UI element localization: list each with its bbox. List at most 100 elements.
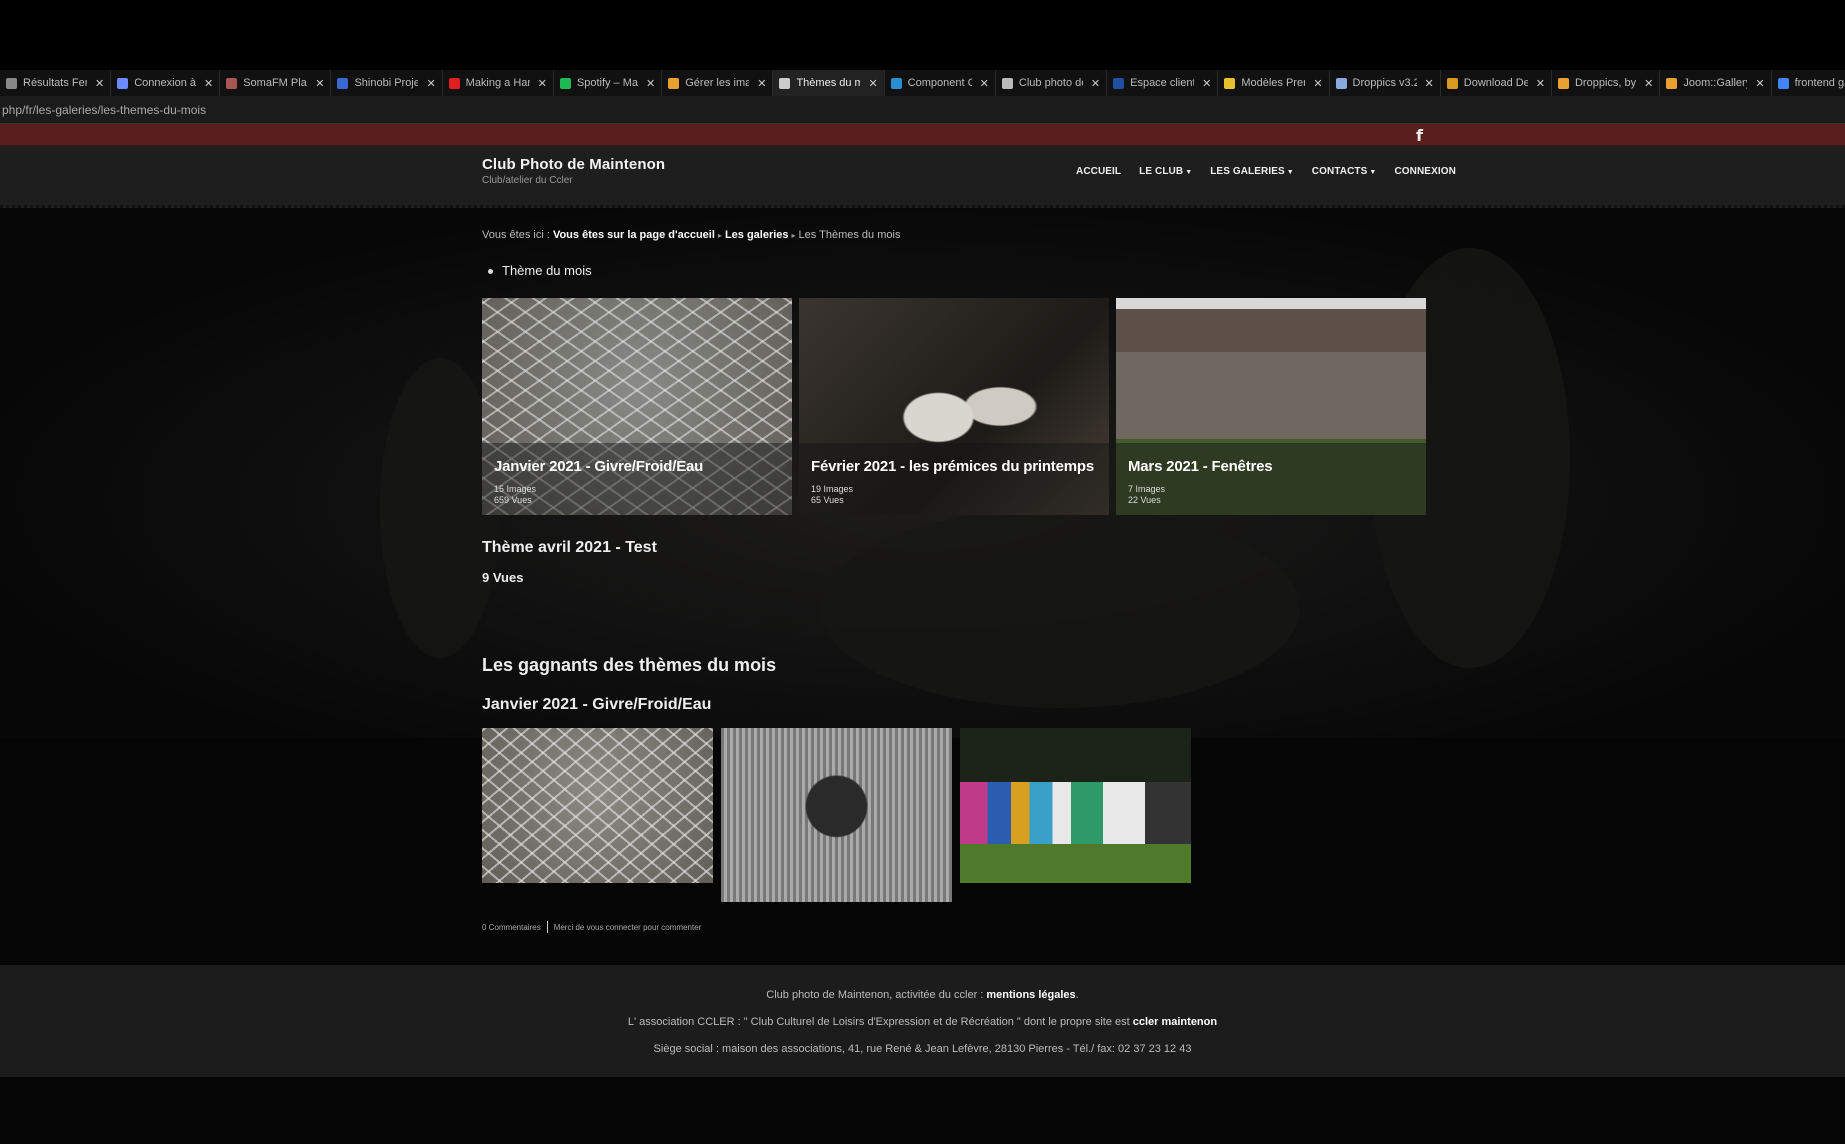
close-icon[interactable]: ✕ xyxy=(95,77,104,90)
tab-8[interactable]: Component C ✕ xyxy=(885,70,996,96)
tab-9[interactable]: Club photo de ✕ xyxy=(996,70,1108,96)
tab-2[interactable]: SomaFM Playe ✕ xyxy=(220,70,332,96)
tab-3[interactable]: Shinobi Proje ✕ xyxy=(331,70,443,96)
tab-7-active[interactable]: Thèmes du m ✕ xyxy=(773,70,885,96)
close-icon[interactable]: ✕ xyxy=(1202,77,1211,90)
card-overlay xyxy=(1116,443,1426,515)
tab-14[interactable]: Droppics, by ✕ xyxy=(1552,70,1661,96)
tab-label: Joom::Gallery xyxy=(1683,77,1748,89)
tab-favicon xyxy=(1335,77,1347,89)
close-icon[interactable]: ✕ xyxy=(1644,77,1653,90)
tab-label: SomaFM Playe xyxy=(243,77,307,89)
tab-favicon xyxy=(1001,77,1013,89)
screen-top xyxy=(0,0,1845,70)
close-icon[interactable]: ✕ xyxy=(1425,77,1434,90)
breadcrumb-prefix: Vous êtes ici : xyxy=(482,229,550,241)
card-title[interactable]: Février 2021 - les prémices du printemps xyxy=(811,458,1094,475)
gallery-card-janvier[interactable]: Janvier 2021 - Givre/Froid/Eau 15 Images… xyxy=(482,298,792,515)
close-icon[interactable]: ✕ xyxy=(646,77,655,90)
tab-1[interactable]: Connexion à ✕ xyxy=(111,70,221,96)
bullet-icon xyxy=(488,269,493,275)
tab-13[interactable]: Download De ✕ xyxy=(1441,70,1552,96)
close-icon[interactable]: ✕ xyxy=(538,77,547,90)
breadcrumb: Vous êtes ici : Vous êtes sur la page d'… xyxy=(482,229,900,241)
tab-favicon xyxy=(1666,77,1678,89)
tab-label: Modèles Prem xyxy=(1241,77,1306,89)
tab-label: Spotify – Ma xyxy=(576,77,639,89)
tab-favicon xyxy=(1113,77,1125,89)
tab-12[interactable]: Droppics v3.2 ✕ xyxy=(1330,70,1441,96)
tab-favicon xyxy=(337,77,349,89)
footer-text: L' association CCLER : " Club Culturel d… xyxy=(627,1016,1130,1028)
gallery-cards: Janvier 2021 - Givre/Froid/Eau 15 Images… xyxy=(482,298,1426,515)
card-title[interactable]: Mars 2021 - Fenêtres xyxy=(1128,458,1273,475)
winners-heading: Les gagnants des thèmes du mois xyxy=(482,655,777,675)
winner-photo-laundry[interactable] xyxy=(960,728,1191,883)
card-image-count: 15 Images xyxy=(494,484,537,494)
tab-16[interactable]: frontend galle✕ xyxy=(1772,70,1845,96)
close-icon[interactable]: ✕ xyxy=(757,77,766,90)
card-view-count: 659 Vues xyxy=(494,495,532,505)
tab-5[interactable]: Spotify – Ma ✕ xyxy=(554,70,663,96)
tab-label: Making a Han xyxy=(465,77,530,89)
mentions-legales-link[interactable]: mentions légales xyxy=(986,989,1075,1001)
winner-photo-window[interactable] xyxy=(721,728,952,902)
tab-label: Component C xyxy=(907,77,972,89)
breadcrumb-home[interactable]: Vous êtes sur la page d'accueil xyxy=(553,229,715,241)
winner-photo-frost[interactable] xyxy=(482,728,713,883)
close-icon[interactable]: ✕ xyxy=(1091,77,1100,90)
winner-thumbnails xyxy=(482,728,1191,902)
tab-label: Gérer les imag xyxy=(685,77,750,89)
tab-favicon xyxy=(890,77,902,89)
theme-title: Thème avril 2021 - Test xyxy=(482,539,657,556)
page-bottom xyxy=(0,1077,1845,1144)
close-icon[interactable]: ✕ xyxy=(980,77,989,90)
card-overlay xyxy=(799,443,1109,515)
footer-text: . xyxy=(1075,989,1079,1001)
close-icon[interactable]: ✕ xyxy=(1755,77,1764,90)
tab-10[interactable]: Espace client ✕ xyxy=(1107,70,1219,96)
tab-6[interactable]: Gérer les imag ✕ xyxy=(662,70,774,96)
tab-favicon xyxy=(668,77,680,89)
close-icon[interactable]: ✕ xyxy=(315,77,324,90)
close-icon[interactable]: ✕ xyxy=(868,77,877,90)
breadcrumb-galleries[interactable]: Les galeries xyxy=(725,229,789,241)
comments-count[interactable]: 0 Commentaires xyxy=(482,923,541,932)
chevron-right-icon: ▸ xyxy=(717,231,722,240)
tab-favicon xyxy=(1777,77,1789,89)
close-icon[interactable]: ✕ xyxy=(1313,77,1322,90)
tab-15[interactable]: Joom::Gallery ✕ xyxy=(1660,70,1772,96)
tab-label: Espace client xyxy=(1130,77,1195,89)
tab-favicon xyxy=(1224,77,1236,89)
gallery-card-fevrier[interactable]: Février 2021 - les prémices du printemps… xyxy=(799,298,1109,515)
card-view-count: 65 Vues xyxy=(811,495,844,505)
close-icon[interactable]: ✕ xyxy=(204,77,213,90)
tab-favicon xyxy=(1446,77,1458,89)
tab-favicon xyxy=(226,77,238,89)
main-content: Vous êtes ici : Vous êtes sur la page d'… xyxy=(0,124,1845,1144)
card-view-count: 22 Vues xyxy=(1128,495,1161,505)
category-list-item[interactable]: Thème du mois xyxy=(488,263,592,278)
url-text[interactable]: php/fr/les-galeries/les-themes-du-mois xyxy=(2,103,206,117)
card-image-count: 19 Images xyxy=(811,484,854,494)
ccler-maintenon-link[interactable]: ccler maintenon xyxy=(1133,1016,1217,1028)
tab-label: Connexion à xyxy=(134,77,196,89)
card-title[interactable]: Janvier 2021 - Givre/Froid/Eau xyxy=(494,458,703,475)
gallery-card-mars[interactable]: Mars 2021 - Fenêtres 7 Images 22 Vues xyxy=(1116,298,1426,515)
browser-tabbar: Résultats Fenê ✕ Connexion à ✕ SomaFM Play… xyxy=(0,70,1845,96)
tab-favicon xyxy=(117,77,129,89)
tab-label: Shinobi Proje xyxy=(354,77,419,89)
category-label[interactable]: Thème du mois xyxy=(502,263,592,278)
tab-favicon xyxy=(559,77,571,89)
comments-login-link[interactable]: Merci de vous connecter pour commenter xyxy=(554,923,702,932)
close-icon[interactable]: ✕ xyxy=(1536,77,1545,90)
address-bar[interactable]: php/fr/les-galeries/les-themes-du-mois xyxy=(0,96,1845,124)
tab-0[interactable]: Résultats Fenê ✕ xyxy=(0,70,112,96)
tab-label: Thèmes du m xyxy=(796,77,861,89)
card-image-count: 7 Images xyxy=(1128,484,1166,494)
tab-4[interactable]: Making a Han ✕ xyxy=(443,70,554,96)
tab-label: Download De xyxy=(1463,77,1528,89)
winners-subheading: Janvier 2021 - Givre/Froid/Eau xyxy=(482,696,712,713)
close-icon[interactable]: ✕ xyxy=(426,77,435,90)
tab-11[interactable]: Modèles Prem ✕ xyxy=(1218,70,1330,96)
